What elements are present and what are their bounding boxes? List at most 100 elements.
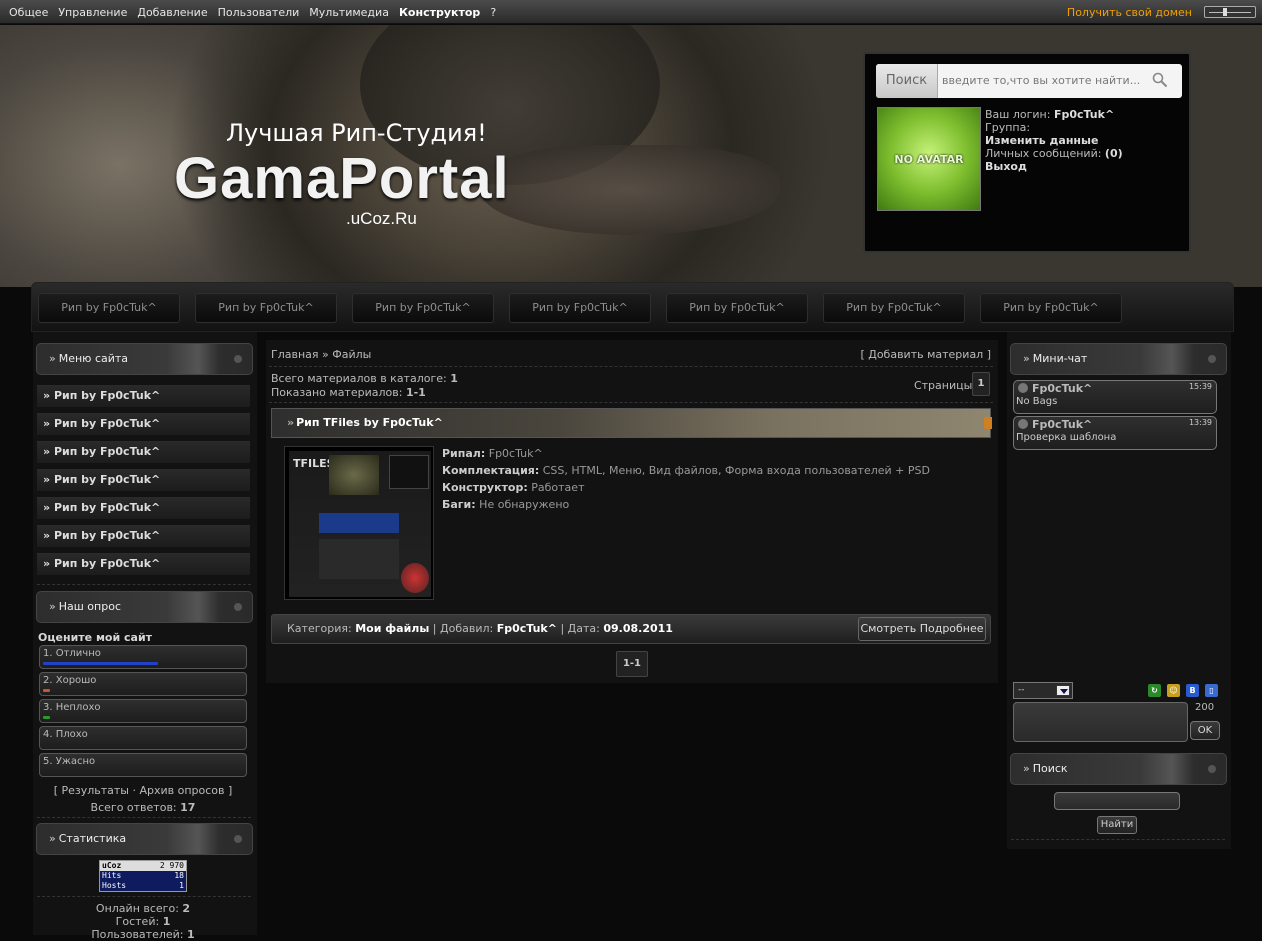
chat-send-button[interactable]: OK	[1190, 721, 1220, 740]
sidebar-menu-item[interactable]: » Рип by Fp0cTuk^	[37, 441, 250, 463]
chat-text: No Bags	[1016, 396, 1058, 407]
category-link[interactable]: Мои файлы	[355, 622, 429, 635]
prop-key: Конструктор:	[442, 481, 528, 494]
right-sidebar: Мини-чат Fp0cTuk^ 15:39 No Bags Fp0cTuk^…	[1007, 332, 1231, 849]
sidebar-search-input[interactable]	[1054, 792, 1180, 810]
header-search-input[interactable]: введите то,что вы хотите найти...	[942, 64, 1142, 98]
sidebar-menu-item[interactable]: » Рип by Fp0cTuk^	[37, 497, 250, 519]
search-icon[interactable]	[1152, 72, 1168, 88]
prop-key: Комплектация:	[442, 464, 540, 477]
online-guests: Гостей: 1	[33, 915, 253, 928]
nav-item[interactable]: Рип by Fp0cTuk^	[823, 293, 965, 323]
mini-chat-header: Мини-чат	[1010, 343, 1227, 375]
chat-time: 13:39	[1188, 418, 1212, 427]
total-value: 1	[450, 372, 458, 385]
logout-link[interactable]: Выход	[985, 160, 1027, 173]
breadcrumb[interactable]: Главная » Файлы	[271, 348, 371, 361]
stats-header: Статистика	[36, 823, 253, 855]
sidebar-menu-label: Рип by Fp0cTuk^	[53, 417, 161, 430]
poll-total: Всего ответов: 17	[33, 801, 253, 814]
find-button[interactable]: Найти	[1097, 816, 1137, 834]
counter-hits-label: Hits	[102, 871, 122, 880]
sidebar-menu-item[interactable]: » Рип by Fp0cTuk^	[37, 469, 250, 491]
added-by-link[interactable]: Fp0cTuk^	[497, 622, 557, 635]
user-icon	[1018, 383, 1028, 393]
prop-key: Рипал:	[442, 447, 486, 460]
nav-item[interactable]: Рип by Fp0cTuk^	[195, 293, 337, 323]
pagination[interactable]: 1-1	[616, 651, 648, 677]
shown-value: 1-1	[405, 386, 426, 399]
nav-item[interactable]: Рип by Fp0cTuk^	[352, 293, 494, 323]
login-label: Ваш логин:	[985, 108, 1051, 121]
poll-option[interactable]: 4. Плохо	[39, 726, 247, 750]
nav-item[interactable]: Рип by Fp0cTuk^	[38, 293, 180, 323]
admin-menu-add[interactable]: Добавление	[137, 6, 207, 19]
pm-label[interactable]: Личных сообщений:	[985, 147, 1101, 160]
more-details-button[interactable]: Смотреть Подробнее	[858, 617, 986, 641]
panel-slider-icon[interactable]	[1204, 6, 1256, 18]
refresh-icon[interactable]: ↻	[1148, 684, 1161, 697]
catalog-stats: Всего материалов в каталоге: 1 Показано …	[271, 372, 458, 400]
date-label: Дата:	[567, 622, 600, 635]
edit-profile-link[interactable]: Изменить данные	[985, 134, 1098, 147]
admin-menu-help[interactable]: ?	[490, 6, 496, 19]
ucoz-counter[interactable]: uCoz 2 970 Hits 18 Hosts 1	[99, 860, 187, 892]
poll-links[interactable]: [ Результаты · Архив опросов ]	[33, 784, 253, 797]
poll-option[interactable]: 3. Неплохо	[39, 699, 247, 723]
prop-value: Fp0cTuk^	[488, 447, 543, 460]
prop-key: Баги:	[442, 498, 476, 511]
chat-message-input[interactable]	[1013, 702, 1188, 742]
nav-item[interactable]: Рип by Fp0cTuk^	[509, 293, 651, 323]
site-logo[interactable]: GamaPortal	[174, 145, 510, 212]
poll-option[interactable]: 5. Ужасно	[39, 753, 247, 777]
pm-count[interactable]: (0)	[1105, 147, 1123, 160]
prop-value: Работает	[531, 481, 585, 494]
chat-message: Fp0cTuk^ 15:39 No Bags	[1013, 380, 1217, 414]
smile-icon[interactable]: ☺	[1167, 684, 1180, 697]
thumbnail-image: TFILES	[289, 451, 431, 597]
poll-option[interactable]: 1. Отлично	[39, 645, 247, 669]
counter-name: uCoz	[102, 861, 122, 870]
admin-menu-general[interactable]: Общее	[9, 6, 48, 19]
sidebar-menu-item[interactable]: » Рип by Fp0cTuk^	[37, 385, 250, 407]
site-logo-sub: .uCoz.Ru	[346, 209, 417, 228]
site-menu-title: Меню сайта	[58, 352, 129, 365]
counter-hits: 18	[174, 871, 184, 880]
poll-option[interactable]: 2. Хорошо	[39, 672, 247, 696]
poll-option-label: 5. Ужасно	[43, 756, 96, 767]
divider	[269, 366, 993, 367]
dropdown-arrow-icon[interactable]	[1056, 685, 1070, 696]
item-thumbnail[interactable]: TFILES	[284, 446, 434, 600]
admin-menu-constructor[interactable]: Конструктор	[399, 6, 480, 19]
add-material-link[interactable]: [ Добавить материал ]	[860, 348, 991, 361]
nav-item[interactable]: Рип by Fp0cTuk^	[980, 293, 1122, 323]
sidebar-menu-item[interactable]: » Рип by Fp0cTuk^	[37, 525, 250, 547]
sidebar-menu-label: Рип by Fp0cTuk^	[53, 445, 161, 458]
header-search: Поиск введите то,что вы хотите найти...	[876, 64, 1182, 98]
shown-label: Показано материалов:	[271, 386, 403, 399]
page-number[interactable]: 1	[972, 372, 990, 396]
counter-hosts: 1	[179, 881, 184, 890]
item-title[interactable]: Рип TFiles by Fp0cTuk^	[271, 408, 991, 438]
admin-menu-control[interactable]: Управление	[58, 6, 127, 19]
bold-icon[interactable]: B	[1186, 684, 1199, 697]
category-label: Категория:	[287, 622, 352, 635]
sidebar-menu-item[interactable]: » Рип by Fp0cTuk^	[37, 553, 250, 575]
nav-item[interactable]: Рип by Fp0cTuk^	[666, 293, 808, 323]
poll-option-label: 3. Неплохо	[43, 702, 101, 713]
poll-total-value: 17	[180, 801, 196, 814]
counter-value: 2 970	[159, 861, 184, 870]
admin-menu-users[interactable]: Пользователи	[218, 6, 300, 19]
poll-header: Наш опрос	[36, 591, 253, 623]
code-icon[interactable]: ▯	[1205, 684, 1218, 697]
sidebar-menu-item[interactable]: » Рип by Fp0cTuk^	[37, 413, 250, 435]
poll-option-label: 2. Хорошо	[43, 675, 97, 686]
admin-menu-multimedia[interactable]: Мультимедиа	[309, 6, 389, 19]
banner-face-image	[480, 145, 780, 235]
chat-time: 15:39	[1188, 382, 1212, 391]
get-domain-link[interactable]: Получить свой домен	[1067, 6, 1192, 19]
chat-select[interactable]: --	[1013, 682, 1073, 699]
item-properties: Рипал: Fp0cTuk^ Комплектация: CSS, HTML,…	[442, 445, 930, 513]
counter-row: Hits 18	[100, 871, 186, 881]
counter-row: uCoz 2 970	[100, 861, 186, 871]
